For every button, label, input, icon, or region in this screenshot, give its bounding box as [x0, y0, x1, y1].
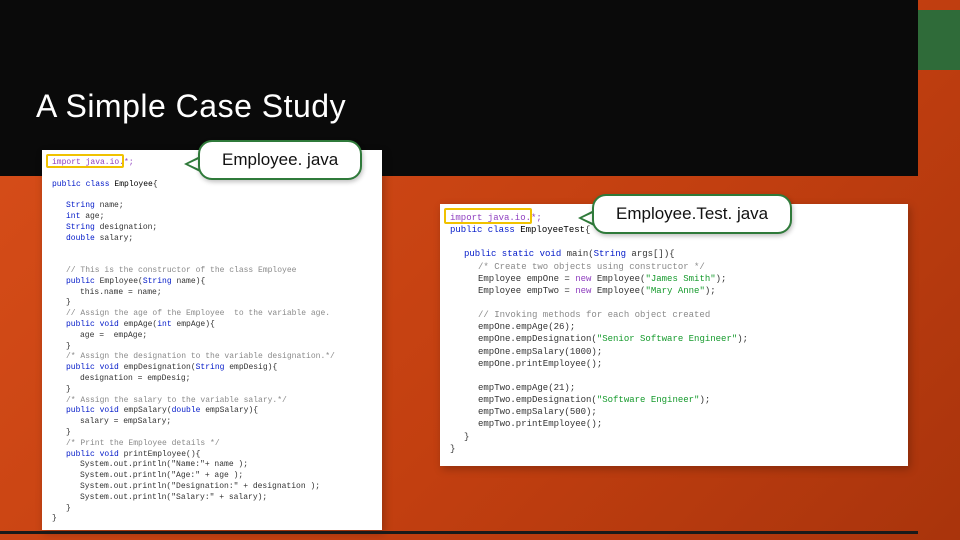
slide: A Simple Case Study import java.io.*; pu…	[0, 0, 960, 540]
code-line: System.out.println("Salary:" + salary);	[52, 493, 372, 504]
string-literal: "Software Engineer"	[597, 395, 700, 405]
code-line: empOne.empDesignation(	[478, 334, 597, 344]
code-line: Employee empOne =	[478, 274, 575, 284]
code-line: Employee empTwo =	[478, 286, 575, 296]
code-line: System.out.println("Designation:" + desi…	[52, 482, 372, 493]
code-line: empOne.empSalary(1000);	[450, 346, 898, 358]
comment: /* Assign the designation to the variabl…	[52, 352, 372, 363]
comment: /* Assign the salary to the variable sal…	[52, 396, 372, 407]
code-line: empOne.printEmployee();	[450, 358, 898, 370]
code-employeetest: import java.io.*; public class EmployeeT…	[450, 212, 898, 455]
accent-block	[918, 10, 960, 70]
code-line: this.name = name;	[52, 288, 372, 299]
code-line: empTwo.empSalary(500);	[450, 406, 898, 418]
code-line: empTwo.printEmployee();	[450, 418, 898, 430]
code-line: );	[699, 395, 710, 405]
highlight-box-right	[444, 208, 532, 224]
code-line: empTwo.empAge(21);	[450, 382, 898, 394]
code-line: age = empAge;	[52, 331, 372, 342]
code-line: );	[705, 286, 716, 296]
callout-employeetest: Employee.Test. java	[592, 194, 792, 234]
comment: /* Create two objects using constructor …	[450, 261, 898, 273]
code-line: System.out.println("Name:"+ name );	[52, 460, 372, 471]
comment: // Invoking methods for each object crea…	[450, 309, 898, 321]
comment: // Assign the age of the Employee to the…	[52, 309, 372, 320]
comment: // This is the constructor of the class …	[52, 266, 372, 277]
callout-employee: Employee. java	[198, 140, 362, 180]
keyword-new: new	[575, 274, 591, 284]
code-employee: import java.io.*; public class Employee{…	[52, 158, 372, 525]
code-line: Employee(	[591, 286, 645, 296]
string-literal: "Mary Anne"	[645, 286, 704, 296]
keyword-new: new	[575, 286, 591, 296]
comment: /* Print the Employee details */	[52, 439, 372, 450]
code-line: salary = empSalary;	[52, 417, 372, 428]
code-line: );	[737, 334, 748, 344]
code-line: );	[716, 274, 727, 284]
code-line: designation = empDesig;	[52, 374, 372, 385]
highlight-box-left	[46, 154, 124, 168]
code-panel-employee: import java.io.*; public class Employee{…	[42, 150, 382, 530]
code-panel-employeetest: import java.io.*; public class EmployeeT…	[440, 204, 908, 466]
page-title: A Simple Case Study	[36, 88, 346, 125]
code-line: empTwo.empDesignation(	[478, 395, 597, 405]
bottom-rule	[0, 531, 918, 534]
string-literal: "James Smith"	[645, 274, 715, 284]
string-literal: "Senior Software Engineer"	[597, 334, 737, 344]
code-line: Employee(	[591, 274, 645, 284]
code-line: empOne.empAge(26);	[450, 321, 898, 333]
code-line: System.out.println("Age:" + age );	[52, 471, 372, 482]
